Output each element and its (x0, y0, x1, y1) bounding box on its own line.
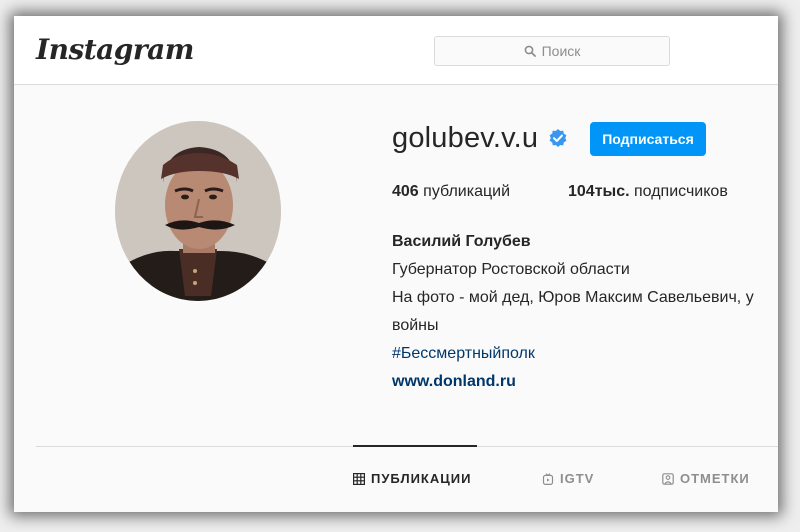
followers-count-value: 104тыс. (568, 183, 630, 200)
followers-count-label: подписчиков (634, 183, 728, 200)
portrait-image (115, 121, 281, 301)
search-box[interactable]: Поиск (434, 36, 670, 66)
search-placeholder: Поиск (541, 43, 581, 59)
browser-window: Instagram Поиск golubev.v.u Подписаться … (14, 16, 778, 512)
bio-line: На фото - мой дед, Юров Максим Савельеви… (392, 289, 754, 306)
posts-count-value: 406 (392, 183, 419, 200)
search-icon (524, 45, 536, 57)
bio-line: Губернатор Ростовской области (392, 261, 630, 278)
instagram-logo[interactable]: Instagram (36, 33, 194, 66)
tab-tagged[interactable]: ОТМЕТКИ (662, 471, 750, 486)
profile-avatar[interactable] (115, 121, 281, 301)
igtv-icon (542, 472, 554, 485)
tab-publications[interactable]: ПУБЛИКАЦИИ (353, 471, 471, 486)
tagged-icon (662, 472, 674, 485)
posts-count[interactable]: 406 публикаций (392, 183, 510, 201)
active-tab-indicator (353, 445, 477, 447)
profile-username: golubev.v.u (392, 122, 539, 154)
posts-count-label: публикаций (423, 183, 511, 200)
tab-igtv-label: IGTV (560, 471, 595, 486)
top-navigation-bar: Instagram Поиск (14, 16, 778, 85)
bio-hashtag-link[interactable]: #Бессмертныйполк (392, 345, 535, 363)
profile-full-name: Василий Голубев (392, 233, 531, 250)
tab-igtv[interactable]: IGTV (542, 471, 594, 486)
followers-count[interactable]: 104тыс. подписчиков (568, 183, 728, 201)
tab-tagged-label: ОТМЕТКИ (680, 471, 750, 486)
website-link[interactable]: www.donland.ru (392, 373, 516, 391)
follow-button[interactable]: Подписаться (590, 122, 706, 156)
bio-line: войны (392, 317, 439, 334)
tab-publications-label: ПУБЛИКАЦИИ (371, 471, 472, 486)
grid-icon (353, 472, 365, 485)
verified-badge-icon (549, 129, 567, 147)
